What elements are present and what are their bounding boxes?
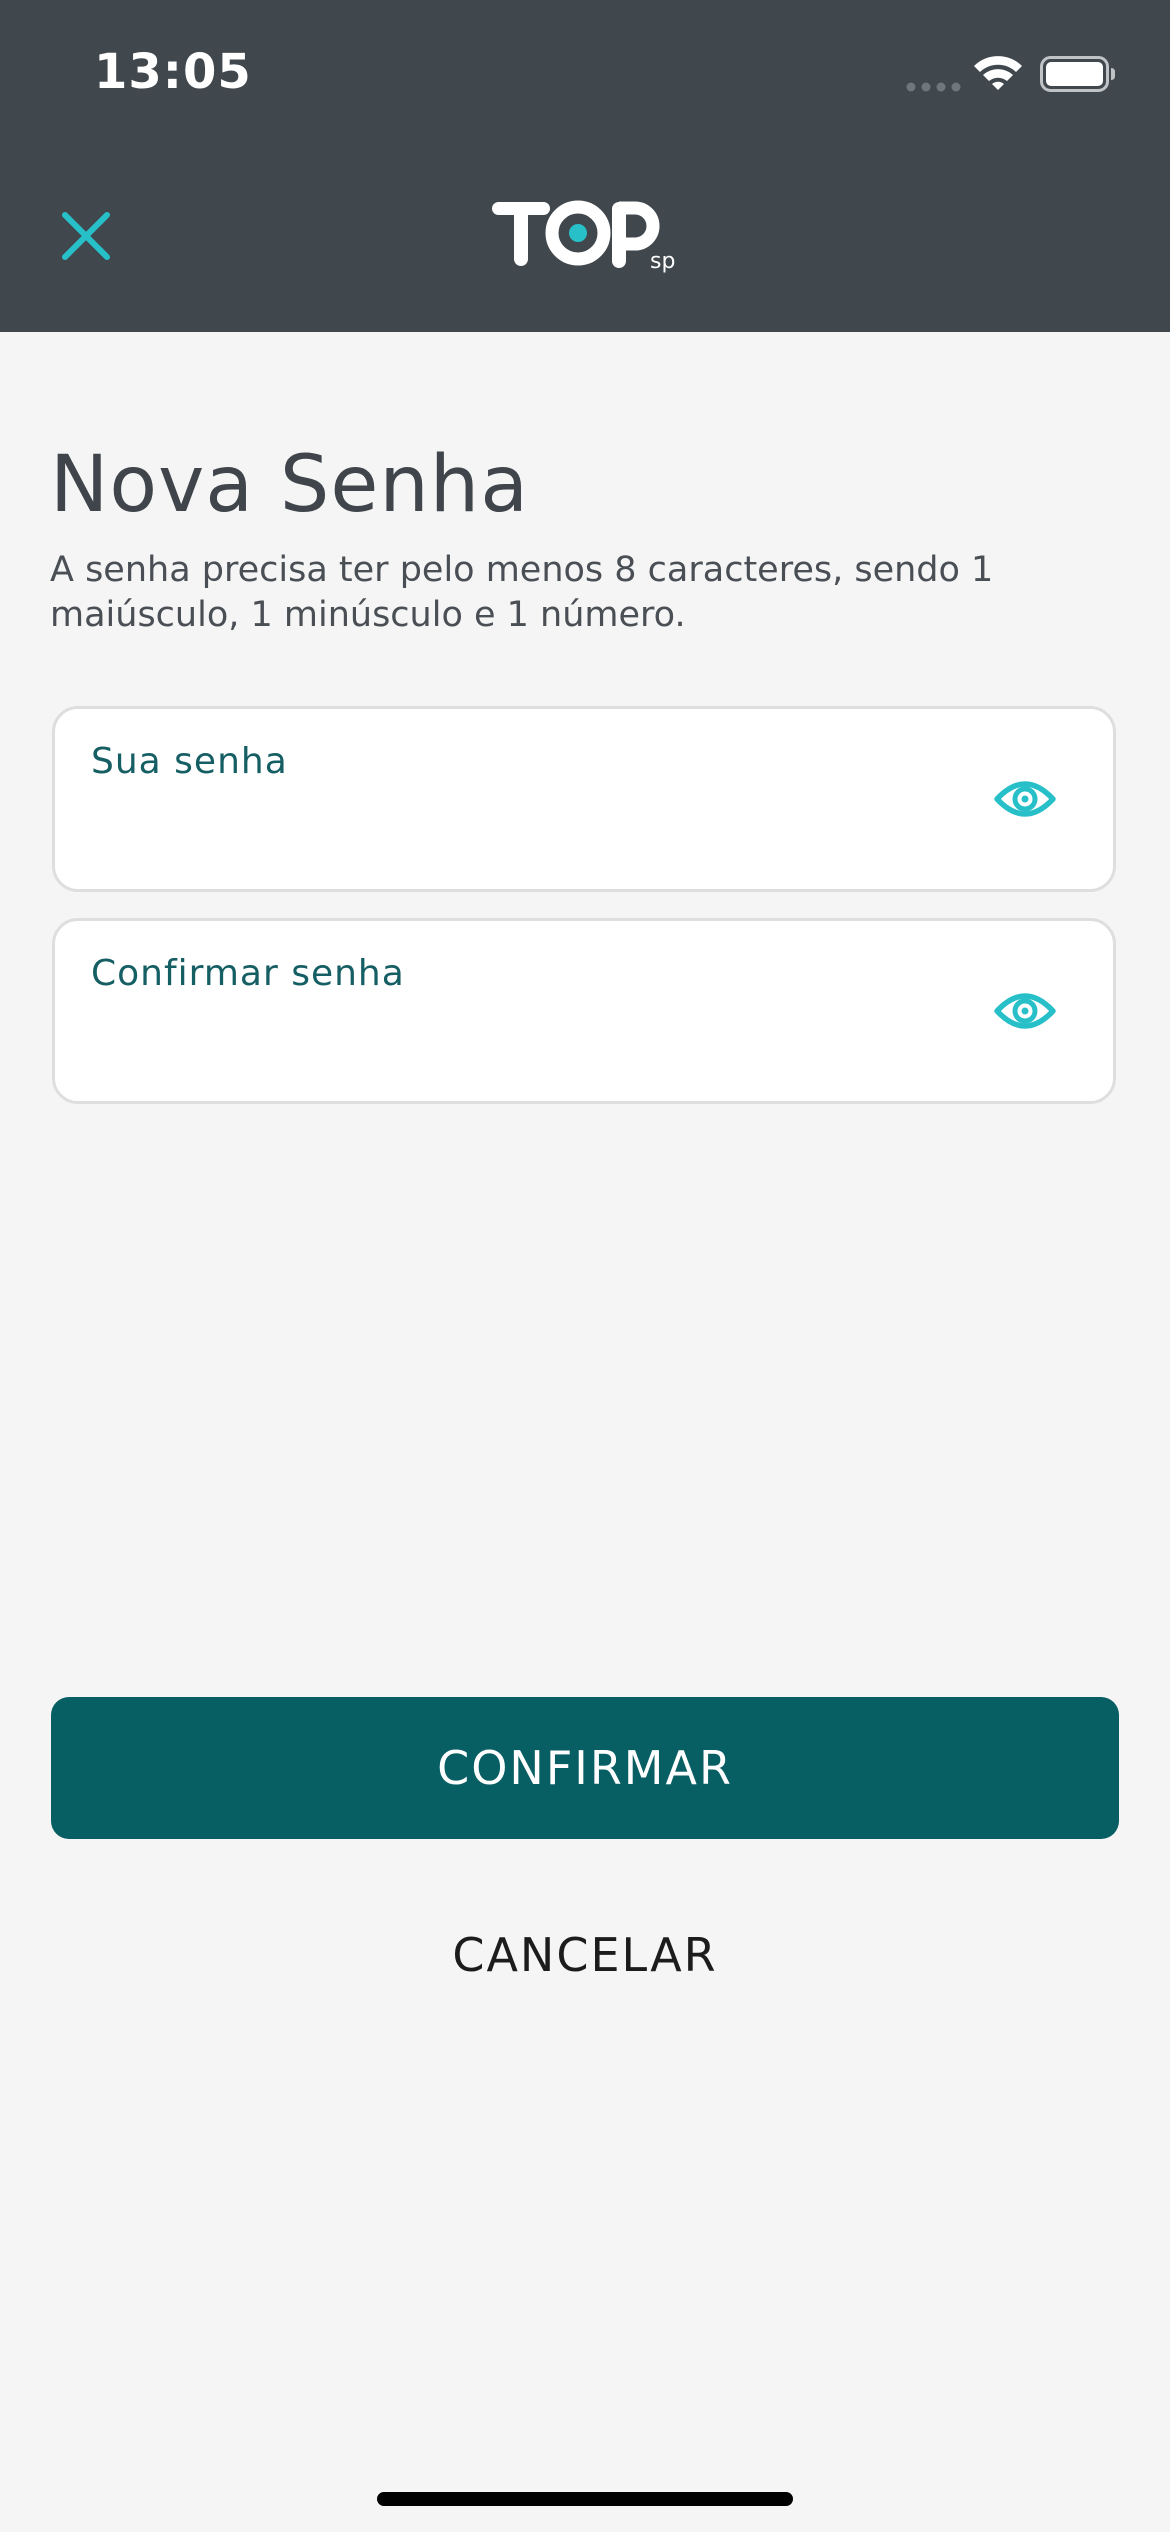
- status-time: 13:05: [94, 44, 252, 100]
- confirm-button[interactable]: CONFIRMAR: [51, 1697, 1119, 1839]
- password-requirements-text: A senha precisa ter pelo menos 8 caracte…: [50, 550, 994, 635]
- cancel-button[interactable]: CANCELAR: [335, 1910, 835, 2000]
- confirm-password-field[interactable]: Confirmar senha: [52, 918, 1116, 1104]
- top-sp-logo: sp: [492, 200, 675, 274]
- close-button[interactable]: [50, 200, 122, 272]
- wifi-icon: [974, 56, 1022, 90]
- home-indicator: [377, 2492, 793, 2506]
- password-field-label: Sua senha: [91, 741, 288, 782]
- page-title: Nova Senha: [50, 440, 529, 530]
- confirm-password-input[interactable]: [91, 1013, 975, 1071]
- battery-icon: [1040, 56, 1115, 92]
- confirm-password-field-label: Confirmar senha: [91, 953, 405, 994]
- password-field[interactable]: Sua senha: [52, 706, 1116, 892]
- signal-icon: [906, 82, 961, 92]
- show-password-button[interactable]: [985, 769, 1065, 829]
- eye-icon: [994, 781, 1056, 817]
- logo-suffix: sp: [650, 249, 675, 274]
- password-input[interactable]: [91, 801, 975, 859]
- close-icon: [62, 212, 110, 260]
- eye-icon: [994, 993, 1056, 1029]
- app-header: 13:05 sp: [0, 0, 1170, 332]
- show-confirm-password-button[interactable]: [985, 981, 1065, 1041]
